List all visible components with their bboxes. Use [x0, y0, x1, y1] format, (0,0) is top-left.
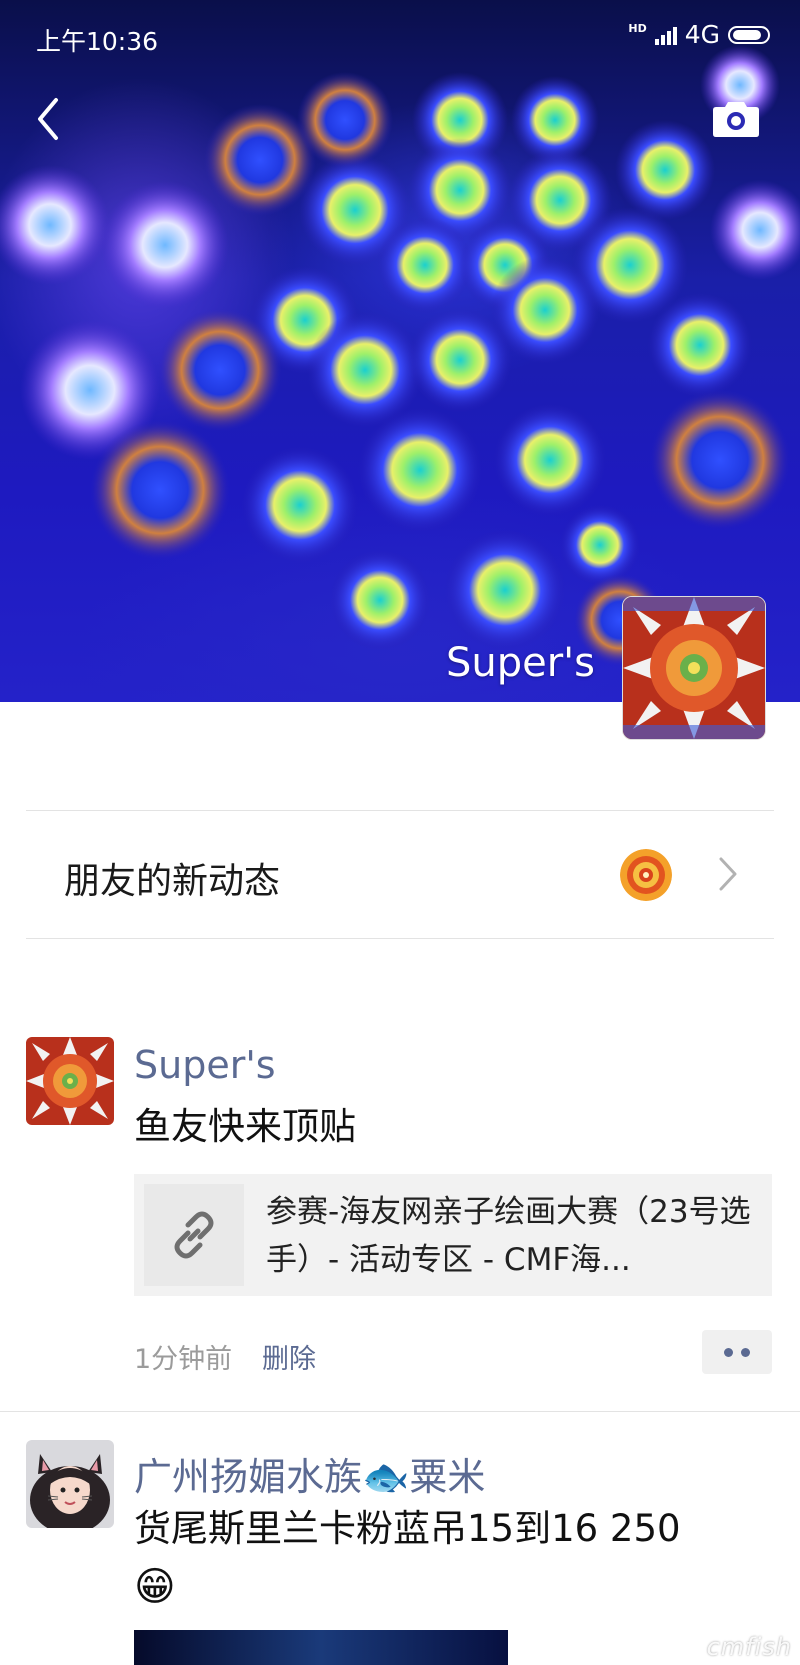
- cover-username: Super's: [445, 640, 595, 686]
- dot-icon: [741, 1347, 750, 1357]
- grin-emoji-icon: 😁: [134, 1564, 176, 1610]
- post-author-name[interactable]: Super's: [134, 1043, 276, 1087]
- hd-indicator: HD: [628, 22, 647, 35]
- profile-avatar[interactable]: [622, 596, 766, 740]
- back-arrow-icon[interactable]: [30, 92, 70, 146]
- status-indicators: HD 4G: [628, 20, 770, 49]
- network-type: 4G: [684, 20, 720, 49]
- post-text-content: 货尾斯里兰卡粉蓝吊15到16 250: [134, 1507, 681, 1550]
- post-image[interactable]: [134, 1630, 508, 1665]
- signal-icon: [654, 25, 677, 45]
- comment-like-button[interactable]: [702, 1330, 772, 1374]
- post-author-avatar[interactable]: [26, 1037, 114, 1125]
- camera-icon[interactable]: [712, 98, 760, 138]
- status-time: 上午10:36: [36, 27, 159, 56]
- friends-updates-row[interactable]: 朋友的新动态: [26, 810, 774, 938]
- shared-link-card[interactable]: 参赛-海友网亲子绘画大赛（23号选手）- 活动专区 - CMF海...: [134, 1174, 772, 1296]
- delete-button[interactable]: 删除: [262, 1337, 316, 1376]
- status-bar: 上午10:36 HD 4G: [0, 0, 800, 70]
- chevron-right-icon: [719, 857, 737, 891]
- post-text: 鱼友快来顶贴: [134, 1105, 356, 1148]
- divider: [0, 1411, 800, 1412]
- link-title: 参赛-海友网亲子绘画大赛（23号选手）- 活动专区 - CMF海...: [266, 1194, 751, 1278]
- dot-icon: [724, 1347, 733, 1357]
- post-author-avatar[interactable]: [26, 1440, 114, 1528]
- link-icon: [174, 1211, 214, 1259]
- post-author-name[interactable]: 广州扬媚水族🐟粟米: [134, 1446, 485, 1501]
- battery-icon: [728, 25, 770, 44]
- friend-update-avatar: [620, 849, 672, 901]
- post-timestamp: 1分钟前: [134, 1344, 233, 1375]
- divider: [26, 938, 774, 939]
- post-text: 货尾斯里兰卡粉蓝吊15到16 250 😁: [134, 1500, 754, 1617]
- friends-updates-label: 朋友的新动态: [64, 861, 281, 902]
- site-watermark: cmfish: [706, 1633, 792, 1661]
- link-thumbnail: [144, 1184, 244, 1286]
